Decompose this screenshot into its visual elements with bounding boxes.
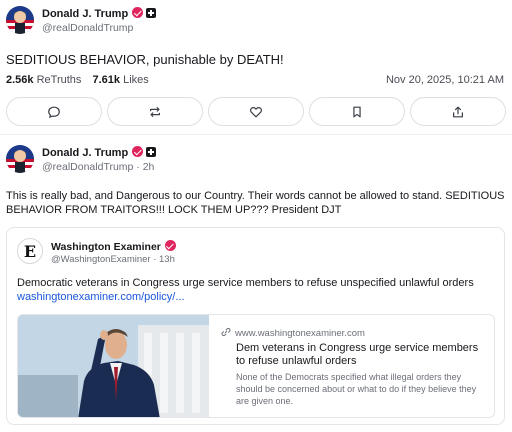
post-text: This is really bad, and Dangerous to our…: [6, 190, 505, 216]
author-handle[interactable]: @realDonaldTrump: [42, 22, 133, 34]
quoted-author-name-text[interactable]: Washington Examiner: [51, 241, 161, 253]
quoted-author-name[interactable]: Washington Examiner: [51, 240, 176, 253]
plus-badge-icon: [146, 8, 157, 18]
bookmark-button[interactable]: [309, 97, 405, 126]
avatar[interactable]: [6, 6, 34, 34]
post-stats: 2.56k ReTruths 7.61k Likes: [6, 74, 157, 86]
bookmark-icon: [353, 106, 361, 117]
like-button[interactable]: [208, 97, 304, 126]
post-timestamp: Nov 20, 2025, 10:21 AM: [385, 74, 504, 86]
retruths-label[interactable]: ReTruths: [37, 74, 82, 86]
share-icon: [453, 106, 463, 117]
share-button[interactable]: [410, 97, 506, 126]
link-preview-domain: www.washingtonexaminer.com: [221, 327, 365, 339]
author-name-text[interactable]: Donald J. Trump: [42, 8, 128, 20]
link-icon: [221, 327, 231, 337]
quoted-author-handle[interactable]: @WashingtonExaminer · 13h: [51, 254, 175, 265]
avatar[interactable]: [6, 145, 34, 173]
reply-icon: [48, 106, 60, 118]
washington-examiner-logo[interactable]: E: [17, 238, 43, 264]
post-divider: [0, 134, 512, 135]
author-name-text[interactable]: Donald J. Trump: [42, 147, 128, 159]
like-icon: [249, 106, 263, 117]
plus-badge-icon: [146, 147, 157, 157]
author-handle[interactable]: @realDonaldTrump · 2h: [42, 161, 154, 173]
retruth-icon: [150, 106, 160, 117]
link-preview-title[interactable]: Dem veterans in Congress urge service me…: [236, 342, 488, 368]
verified-badge-icon: [132, 7, 144, 18]
likes-count[interactable]: 7.61k: [92, 74, 120, 86]
retruth-button[interactable]: [107, 97, 203, 126]
reply-button[interactable]: [6, 97, 102, 126]
verified-badge-icon: [132, 146, 144, 157]
link-preview-image: [18, 315, 209, 417]
quoted-post-card[interactable]: E Washington Examiner @WashingtonExamine…: [6, 227, 505, 425]
link-preview-description: None of the Democrats specified what ill…: [236, 372, 477, 406]
author-name[interactable]: Donald J. Trump: [42, 7, 157, 20]
quoted-post-link[interactable]: washingtonexaminer.com/policy/...: [17, 291, 185, 303]
link-preview-domain-text: www.washingtonexaminer.com: [235, 328, 365, 339]
likes-label[interactable]: Likes: [123, 74, 149, 86]
quoted-post-text: Democratic veterans in Congress urge ser…: [17, 277, 474, 289]
author-name[interactable]: Donald J. Trump: [42, 146, 157, 159]
post-text: SEDITIOUS BEHAVIOR, punishable by DEATH!: [6, 52, 284, 67]
link-preview-card[interactable]: www.washingtonexaminer.com Dem veterans …: [17, 314, 495, 418]
retruths-count[interactable]: 2.56k: [6, 74, 34, 86]
verified-badge-icon: [164, 240, 176, 251]
